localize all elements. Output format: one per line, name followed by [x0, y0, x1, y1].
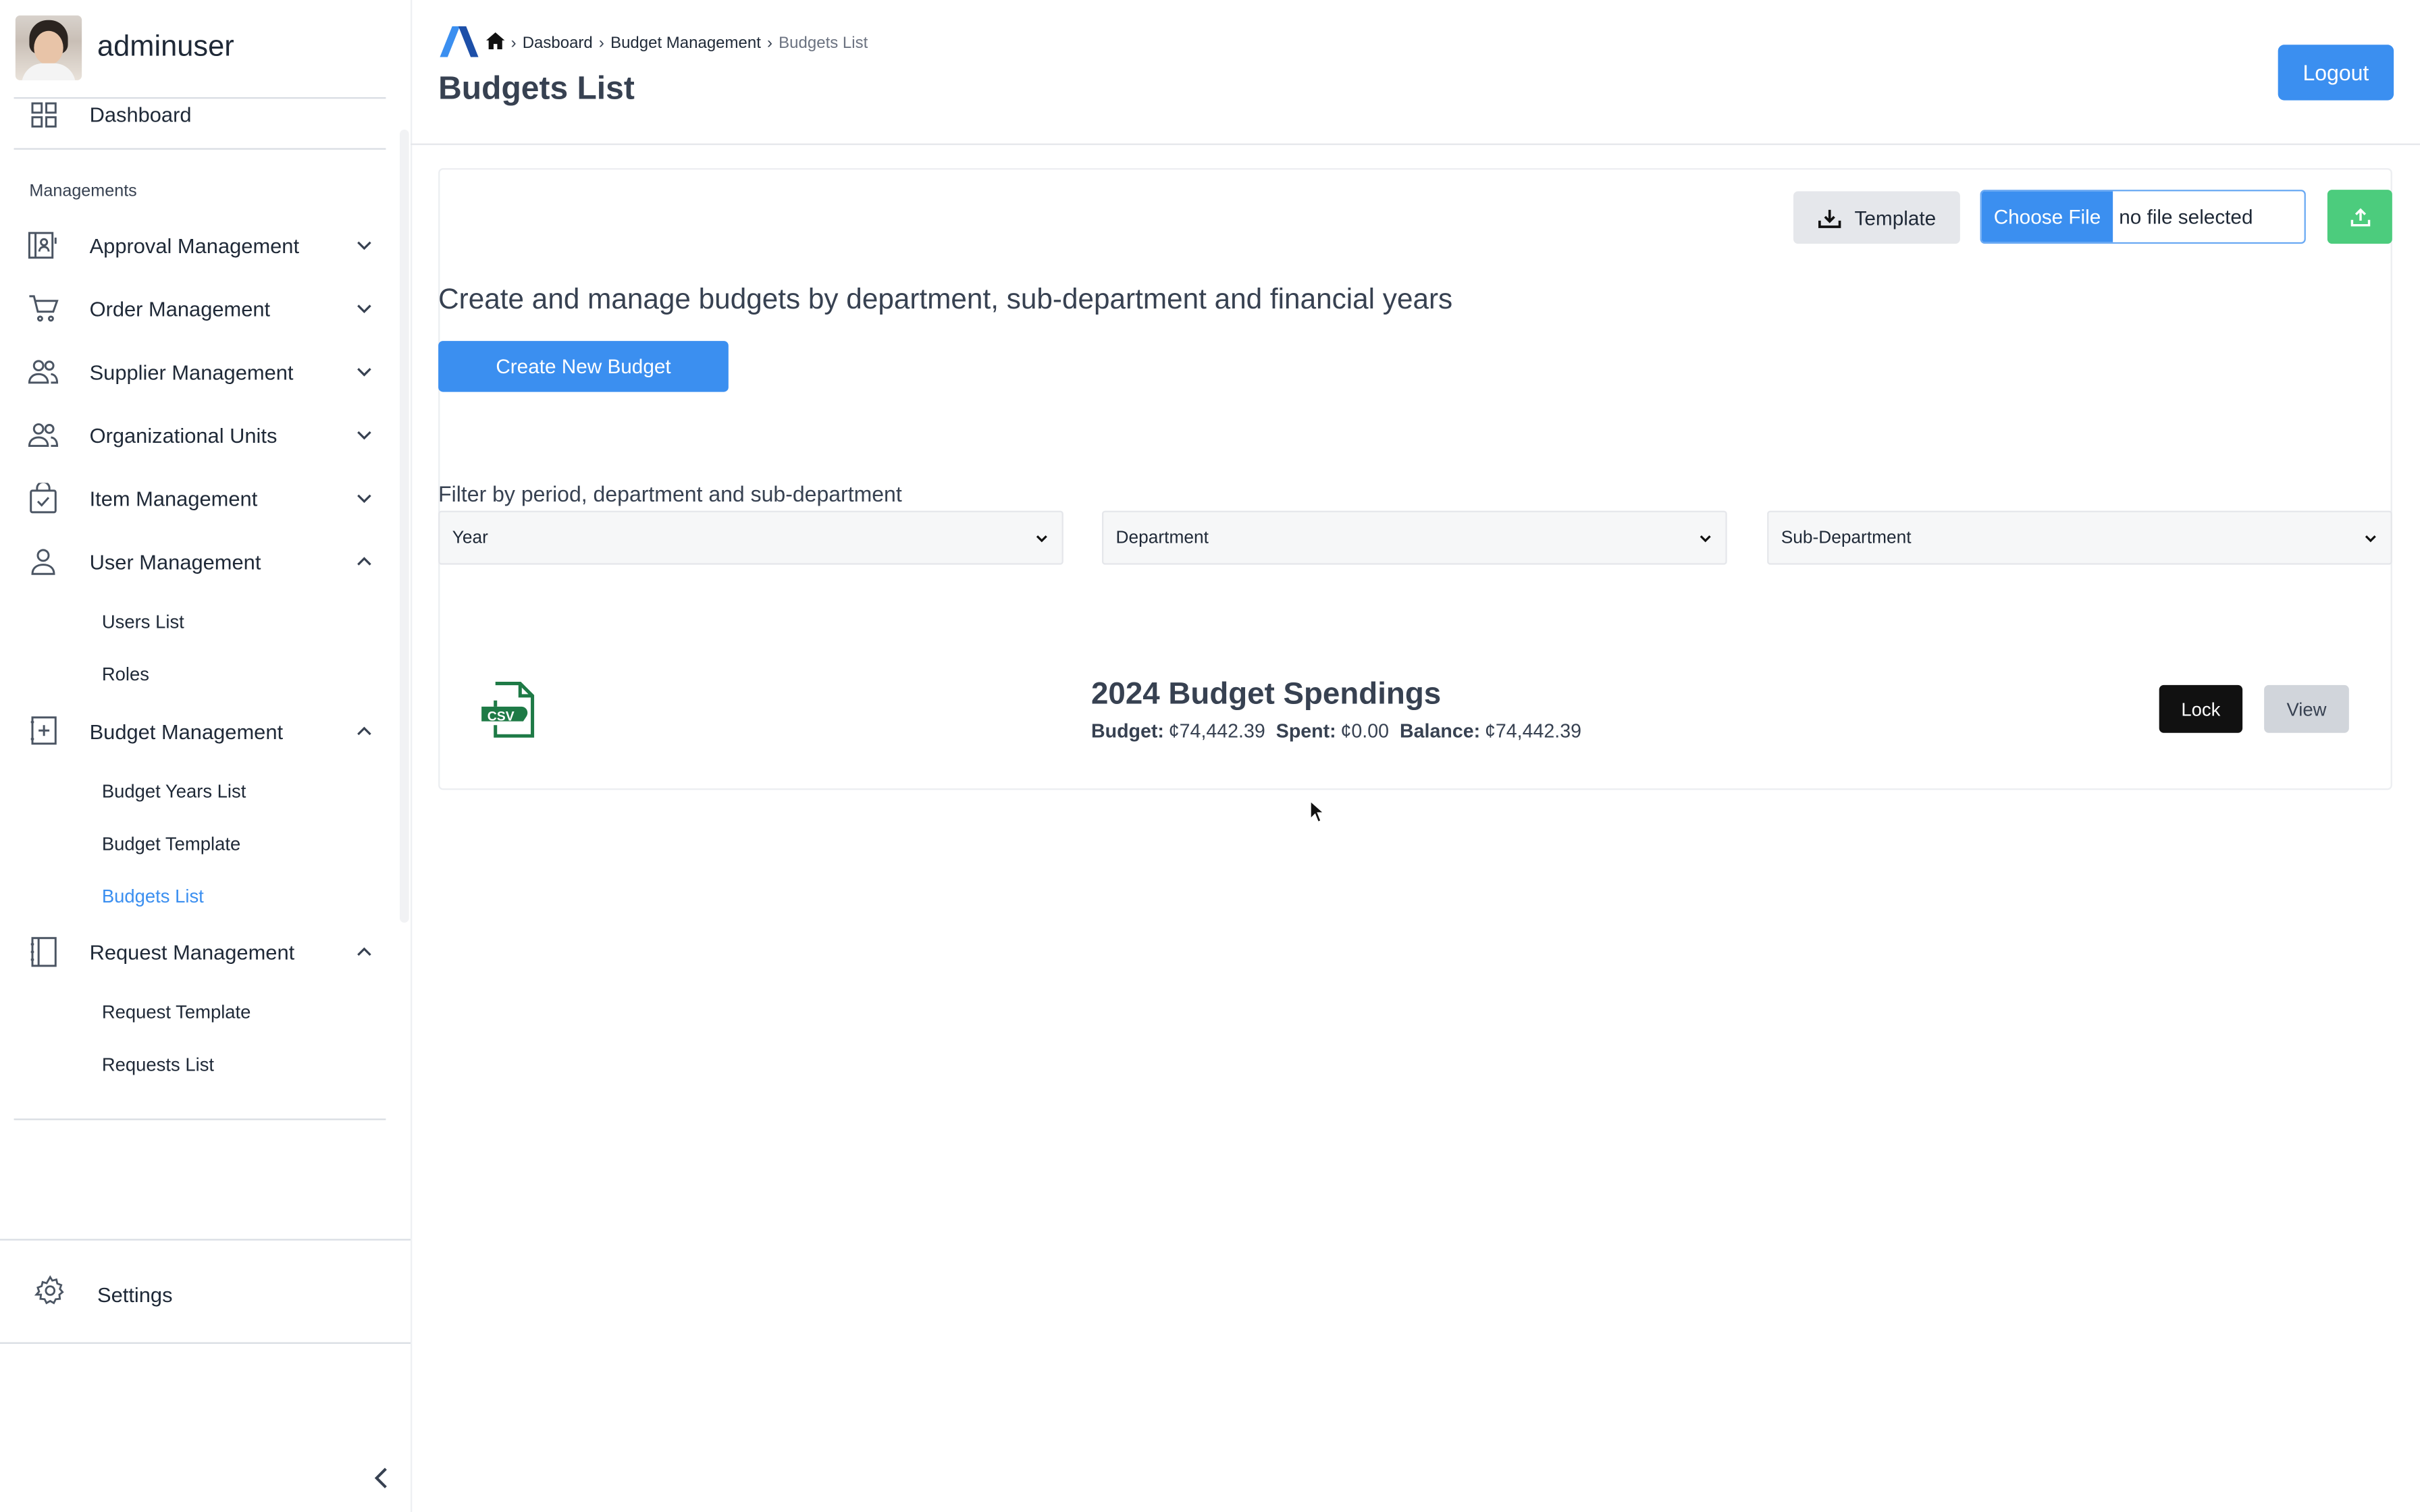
approval-icon [28, 230, 59, 261]
chevron-down-icon[interactable] [355, 299, 373, 317]
year-select[interactable]: Year [438, 510, 1063, 565]
csv-file-icon: CSV [480, 680, 539, 747]
breadcrumb-budget-management[interactable]: Budget Management [610, 34, 761, 52]
divider [14, 148, 386, 150]
budget-summary: Budget: ¢74,442.39 Spent: ¢0.00 Balance: ¢7… [1091, 720, 1592, 742]
sidebar-item-label: Item Management [89, 487, 258, 510]
view-button[interactable]: View [2264, 684, 2349, 733]
brand-logo[interactable] [440, 26, 479, 65]
avatar[interactable] [15, 15, 82, 80]
sidebar-item-label: Order Management [89, 296, 271, 321]
sidebar-subitem-budget-years-list[interactable]: Budget Years List [102, 781, 246, 803]
sidebar-subitem-budget-template[interactable]: Budget Template [102, 833, 240, 855]
chevron-down-icon[interactable] [355, 426, 373, 444]
sidebar-item-label: Settings [97, 1282, 173, 1306]
divider [14, 1118, 386, 1120]
home-icon[interactable] [485, 32, 505, 54]
create-new-budget-button[interactable]: Create New Budget [438, 341, 729, 392]
notebook-icon [28, 936, 59, 967]
spent-value: ¢0.00 [1340, 720, 1390, 742]
department-select[interactable]: Department [1101, 510, 1727, 565]
sub-department-select[interactable]: Sub-Department [1767, 510, 2392, 565]
file-status: no file selected [2119, 205, 2253, 229]
sidebar-subitem-requests-list[interactable]: Requests List [102, 1054, 214, 1075]
section-label: Managements [29, 182, 137, 201]
year-select-value: Year [452, 528, 488, 547]
budget-title: 2024 Budget Spendings [1090, 677, 1442, 711]
sidebar-subitem-users-list[interactable]: Users List [102, 611, 184, 632]
budget-key: Budget: [1090, 720, 1164, 742]
chevron-up-icon[interactable] [355, 722, 373, 740]
grid-icon [28, 99, 59, 130]
chevron-left-icon[interactable] [371, 1465, 396, 1490]
sidebar-item-label: Request Management [89, 940, 295, 964]
divider [0, 1342, 411, 1344]
gear-icon [34, 1274, 66, 1314]
balance-key: Balance: [1400, 720, 1481, 742]
balance-value: ¢74,442.39 [1484, 720, 1581, 742]
file-input[interactable]: Choose File no file selected [1980, 190, 2306, 244]
breadcrumb-current: Budgets List [779, 34, 868, 53]
chevron-down-icon[interactable] [355, 236, 373, 254]
breadcrumb: › Dasboard › Budget Management › Budgets… [485, 32, 868, 54]
user-icon [28, 546, 59, 577]
sidebar-subitem-roles[interactable]: Roles [102, 664, 149, 685]
username: adminuser [97, 30, 234, 63]
mouse-cursor-icon [1309, 799, 1326, 824]
filter-label: Filter by period, department and sub-dep… [438, 481, 902, 506]
budget-icon [28, 716, 59, 747]
spent-key: Spent: [1275, 720, 1336, 742]
divider [0, 1239, 411, 1241]
sidebar: adminuser Dashboard Managements Approval… [0, 0, 411, 1512]
sidebar-item-label: Organizational Units [89, 423, 278, 447]
sidebar-item-request-management[interactable]: Request Management [28, 934, 379, 971]
users-icon [28, 356, 59, 387]
page-title: Budgets List [438, 71, 635, 107]
sidebar-item-item-management[interactable]: Item Management [28, 480, 379, 517]
chevron-up-icon[interactable] [355, 552, 373, 570]
lock-button[interactable]: Lock [2159, 684, 2243, 733]
users-icon [28, 420, 59, 451]
page-description: Create and manage budgets by department,… [438, 282, 1453, 315]
logout-button[interactable]: Logout [2278, 45, 2394, 101]
sidebar-item-budget-management[interactable]: Budget Management [28, 713, 379, 750]
sidebar-item-label: Approval Management [89, 234, 300, 257]
sidebar-item-dashboard[interactable]: Dashboard [28, 96, 379, 133]
sidebar-item-settings[interactable]: Settings [34, 1274, 172, 1314]
sidebar-item-label: User Management [89, 549, 261, 574]
cart-icon [28, 293, 59, 324]
sub-department-select-value: Sub-Department [1781, 528, 1912, 547]
upload-button[interactable] [2327, 190, 2392, 244]
sidebar-item-user-management[interactable]: User Management [28, 543, 379, 580]
sidebar-item-approval-management[interactable]: Approval Management [28, 227, 379, 264]
chevron-down-icon [1700, 535, 1711, 543]
header-divider [410, 143, 2420, 145]
sidebar-item-label: Dashboard [89, 102, 192, 126]
download-icon [1818, 209, 1841, 227]
sidebar-item-supplier-management[interactable]: Supplier Management [28, 353, 379, 390]
chevron-up-icon[interactable] [355, 943, 373, 961]
department-select-value: Department [1115, 528, 1209, 547]
sidebar-item-label: Budget Management [89, 720, 284, 743]
breadcrumb-dashboard[interactable]: Dasboard [523, 34, 593, 52]
csv-label: CSV [488, 709, 515, 724]
sidebar-item-label: Supplier Management [89, 360, 294, 383]
chevron-down-icon [2365, 535, 2376, 543]
chevron-down-icon [1036, 535, 1047, 543]
sidebar-border [410, 0, 413, 1512]
download-template-button[interactable]: Template [1793, 191, 1960, 244]
sidebar-scrollbar[interactable] [399, 129, 409, 923]
chevron-down-icon[interactable] [355, 362, 373, 381]
bag-check-icon [28, 483, 59, 514]
budget-value: ¢74,442.39 [1168, 720, 1265, 742]
sidebar-item-organizational-units[interactable]: Organizational Units [28, 416, 379, 454]
chevron-down-icon[interactable] [355, 489, 373, 508]
choose-file-button[interactable]: Choose File [1981, 191, 2113, 242]
user-block[interactable]: adminuser [15, 15, 234, 80]
sidebar-subitem-budgets-list[interactable]: Budgets List [102, 886, 204, 907]
template-label: Template [1854, 206, 1937, 230]
sidebar-subitem-request-template[interactable]: Request Template [102, 1001, 251, 1023]
upload-icon [2350, 207, 2370, 226]
sidebar-item-order-management[interactable]: Order Management [28, 290, 379, 327]
